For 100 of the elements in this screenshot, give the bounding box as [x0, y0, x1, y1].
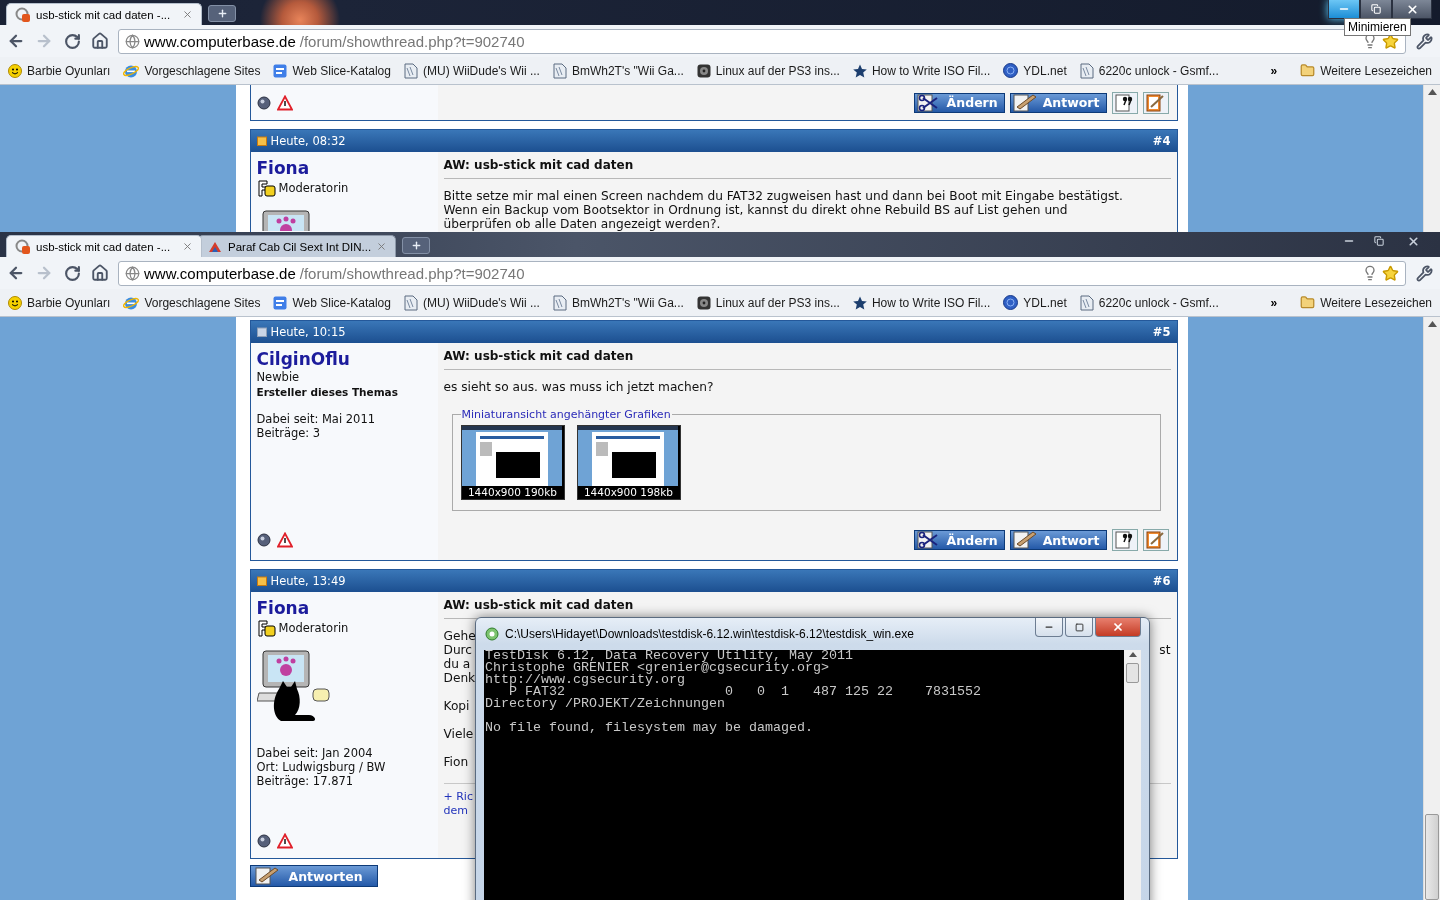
post-title: AW: usb-stick mit cad daten [443, 349, 1171, 370]
bookmark[interactable]: 6220c unlock - Gsmf... [1079, 62, 1219, 79]
thumbnail-caption: 1440x900 190kb [466, 486, 559, 499]
star-icon [852, 295, 867, 310]
console-line: Christophe GRENIER <grenier@cgsecurity.org> [485, 662, 830, 674]
user-detail: Beiträge: 3 [256, 426, 322, 440]
post-link[interactable]: + Ric [443, 790, 473, 804]
post-title: AW: usb-stick mit cad daten [443, 158, 1171, 179]
star-icon [852, 63, 867, 78]
post-number[interactable]: #5 [1152, 325, 1171, 339]
warning-icon[interactable] [276, 833, 293, 849]
reload-icon [63, 32, 81, 50]
folder-icon [1300, 63, 1316, 78]
multi-quote-button[interactable] [1142, 91, 1169, 114]
more-bookmarks-chevron[interactable]: » [1270, 63, 1278, 78]
screenshot-thumbnail[interactable] [461, 426, 562, 486]
post-number[interactable]: #4 [1152, 134, 1171, 148]
browser-tab[interactable]: usb-stick mit cad daten -... [6, 235, 202, 257]
console-line: Directory /PROJEKT/Zeichnungen [485, 698, 726, 710]
home-button[interactable] [90, 263, 110, 283]
page-icon [403, 62, 418, 79]
smiley-icon [8, 63, 22, 78]
user-detail: Beiträge: 17.871 [256, 774, 355, 788]
close-icon[interactable] [182, 241, 193, 252]
close-icon[interactable] [376, 241, 388, 252]
bookmark[interactable]: BmWh2T's "Wii Ga... [552, 294, 684, 311]
pen-icon [1012, 93, 1039, 112]
bookmark[interactable]: Barbie Oyunları [8, 63, 111, 78]
edit-button[interactable]: Ändern [913, 92, 1005, 113]
reload-button[interactable] [62, 31, 82, 51]
post-link[interactable]: dem [443, 804, 468, 818]
reply-button[interactable]: Antworten [249, 865, 378, 887]
page-icon [403, 294, 418, 311]
wrench-button[interactable] [1414, 263, 1434, 283]
bookmark[interactable]: How to Write ISO Fil... [852, 63, 991, 78]
quote-button[interactable] [1111, 529, 1138, 551]
edit-button[interactable]: Ändern [913, 530, 1005, 550]
user-rank: Moderatorin [278, 181, 349, 195]
post-text: Denk [443, 671, 476, 685]
new-tab-button[interactable] [208, 5, 236, 22]
bookmark[interactable]: Vorgeschlagene Sites [123, 62, 261, 79]
user-detail: Ort: Ludwigsburg / BW [256, 760, 387, 774]
quote-button[interactable] [1111, 91, 1138, 114]
minimize-button[interactable] [1328, 0, 1360, 19]
address-bar[interactable]: www.computerbase.de /forum/showthread.php?t=902740 [118, 260, 1406, 286]
window-title: C:\Users\Hidayet\Downloads\testdisk-6.12.win\testdisk-6.12\testdisk_win.exe [505, 627, 914, 641]
reply-button[interactable]: Antwort [1009, 530, 1107, 550]
browser-tab[interactable]: usb-stick mit cad daten -... [6, 3, 202, 25]
other-bookmarks-folder[interactable]: Weitere Lesezeichen [1300, 295, 1432, 310]
wrench-button[interactable] [1414, 31, 1434, 51]
post-number[interactable]: #6 [1152, 574, 1171, 588]
author-name[interactable]: Fiona [256, 598, 432, 618]
author-name[interactable]: CilginOflu [256, 349, 432, 369]
reply-button[interactable]: Antwort [1009, 92, 1107, 113]
offline-status-icon [256, 834, 271, 848]
bookmark-star-icon[interactable] [1382, 264, 1399, 282]
web-slice-icon [273, 295, 288, 310]
bookmark[interactable]: 6220c unlock - Gsmf... [1079, 294, 1219, 311]
scrollbar-thumb[interactable] [1425, 814, 1439, 900]
folder-icon [1300, 295, 1316, 310]
bookmark[interactable]: (MU) WiiDude's Wii ... [403, 62, 540, 79]
warning-icon[interactable] [276, 94, 293, 111]
pen-icon [1012, 531, 1039, 549]
lightbulb-icon[interactable] [1362, 33, 1378, 49]
bookmark[interactable]: Linux auf der PS3 ins... [696, 63, 840, 78]
scroll-up-arrow-icon[interactable] [1427, 321, 1437, 327]
bookmark[interactable]: How to Write ISO Fil... [852, 295, 991, 310]
bookmark[interactable]: YDL.net [1003, 295, 1067, 310]
lightbulb-icon[interactable] [1362, 265, 1378, 281]
scrollbar-thumb[interactable] [1126, 663, 1139, 683]
bookmark[interactable]: Linux auf der PS3 ins... [696, 295, 840, 310]
scroll-up-arrow-icon[interactable] [1427, 89, 1437, 95]
screenshot-thumbnail[interactable] [577, 426, 678, 486]
bookmark[interactable]: BmWh2T's "Wii Ga... [552, 62, 684, 79]
close-button[interactable] [1392, 0, 1432, 19]
disc-icon [696, 295, 711, 310]
close-icon[interactable] [182, 9, 193, 20]
user-detail: Dabei seit: Jan 2004 [256, 746, 374, 760]
bookmark[interactable]: YDL.net [1003, 63, 1067, 78]
home-icon [91, 264, 109, 282]
bookmark[interactable]: (MU) WiiDude's Wii ... [403, 294, 540, 311]
disc-icon [696, 63, 711, 78]
author-name[interactable]: Fiona [256, 158, 432, 178]
more-bookmarks-chevron[interactable]: » [1270, 295, 1278, 310]
warning-icon[interactable] [276, 532, 293, 548]
bookmark[interactable]: Web Slice-Katalog [273, 63, 391, 78]
post-date: Heute, 08:32 [270, 134, 346, 148]
bookmark[interactable]: Barbie Oyunları [8, 295, 111, 310]
bookmark[interactable]: Web Slice-Katalog [273, 295, 391, 310]
reload-button[interactable] [62, 263, 82, 283]
bookmark[interactable]: Vorgeschlagene Sites [123, 294, 261, 311]
scroll-up-arrow-icon[interactable] [1128, 652, 1137, 657]
forum-logo-icon [15, 238, 31, 255]
maximize-button[interactable] [1065, 618, 1093, 637]
new-tab-button[interactable] [402, 237, 431, 254]
globe-icon [125, 265, 140, 281]
post-text: Bitte setze mir mal einen Screen nachdem du FAT32 zugweisen hast und dann bei Boot mit Eingabe bestätigst. [443, 189, 1123, 203]
multi-quote-button[interactable] [1142, 529, 1169, 551]
home-button[interactable] [90, 31, 110, 51]
other-bookmarks-folder[interactable]: Weitere Lesezeichen [1300, 63, 1432, 78]
